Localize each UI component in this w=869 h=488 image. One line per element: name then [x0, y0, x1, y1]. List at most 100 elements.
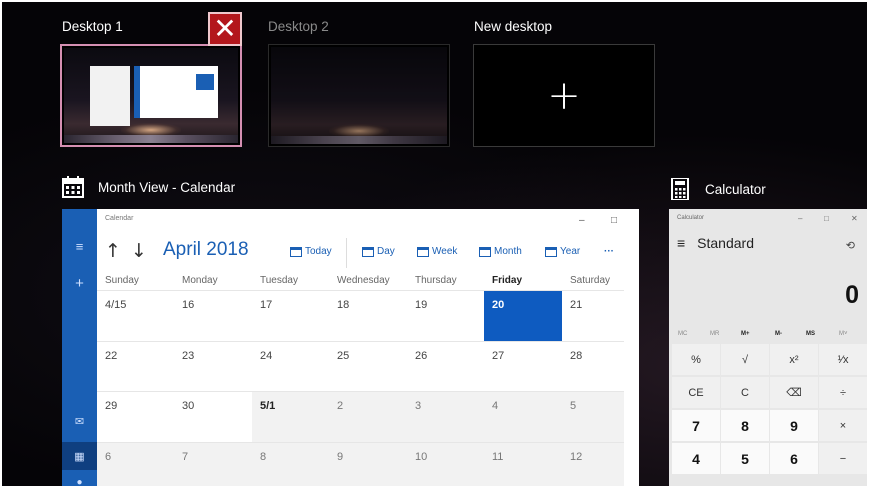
square-key[interactable]: x²: [770, 344, 818, 375]
day-cell[interactable]: 8: [252, 442, 330, 486]
calendar-app-name: Calendar: [105, 215, 134, 222]
day-cell[interactable]: 29: [97, 391, 175, 442]
calc-close-button[interactable]: ✕: [851, 214, 858, 223]
day-cell[interactable]: 3: [407, 391, 485, 442]
day-cell[interactable]: 16: [174, 290, 252, 341]
today-button[interactable]: Today: [290, 246, 332, 257]
calendar-window-title[interactable]: Month View - Calendar: [62, 176, 235, 198]
six-key[interactable]: 6: [770, 443, 818, 474]
calculator-window-preview[interactable]: Calculator – □ ✕ ≡ Standard ⟲ 0 MC MR M+ M-…: [669, 209, 867, 486]
four-key[interactable]: 4: [672, 443, 720, 474]
week-label: Week: [432, 246, 458, 257]
calc-maximize-button[interactable]: □: [824, 214, 829, 223]
new-desktop-label: New desktop: [474, 19, 553, 34]
calculator-window-title[interactable]: Calculator: [669, 177, 766, 201]
day-cell[interactable]: 11: [484, 442, 562, 486]
desktop-1-thumbnail[interactable]: [60, 44, 242, 147]
day-cell[interactable]: 19: [407, 290, 485, 341]
day-cell[interactable]: 9: [329, 442, 407, 486]
multiply-key[interactable]: ×: [819, 410, 867, 441]
memory-button[interactable]: M+: [741, 331, 750, 337]
desktop-2-thumbnail[interactable]: [268, 44, 450, 147]
sqrt-key[interactable]: √: [721, 344, 769, 375]
calendar-app-icon: [62, 176, 84, 198]
day-cell[interactable]: 12: [562, 442, 624, 486]
day-cell[interactable]: 7: [174, 442, 252, 486]
year-view-button[interactable]: Year: [545, 246, 580, 257]
day-cell[interactable]: 24: [252, 341, 330, 391]
day-cell[interactable]: 18: [329, 290, 407, 341]
day-cell[interactable]: 5/1: [252, 391, 330, 442]
maximize-button[interactable]: □: [611, 215, 617, 226]
divide-key[interactable]: ÷: [819, 377, 867, 408]
people-icon[interactable]: ●: [62, 477, 97, 486]
day-cell[interactable]: 20: [484, 290, 562, 341]
more-options-icon[interactable]: ···: [604, 246, 614, 257]
day-cell[interactable]: 4: [484, 391, 562, 442]
minus-key[interactable]: −: [819, 443, 867, 474]
day-cell[interactable]: 6: [97, 442, 175, 486]
seven-key[interactable]: 7: [672, 410, 720, 441]
day-cell[interactable]: 23: [174, 341, 252, 391]
day-cell[interactable]: 21: [562, 290, 624, 341]
mini-calendar-preview: [134, 66, 218, 118]
close-icon: ✕: [213, 13, 237, 44]
day-label: Day: [377, 246, 395, 257]
backspace-key[interactable]: ⌫: [770, 377, 818, 408]
day-cell[interactable]: 22: [97, 341, 175, 391]
month-view-button[interactable]: Month: [479, 246, 522, 257]
day-cell[interactable]: 25: [329, 341, 407, 391]
history-icon[interactable]: ⟲: [846, 239, 855, 252]
dow-saturday: Saturday: [570, 275, 611, 286]
dow-monday: Monday: [182, 275, 218, 286]
day-cell[interactable]: 30: [174, 391, 252, 442]
new-event-icon[interactable]: +: [62, 275, 97, 292]
percent-key[interactable]: %: [672, 344, 720, 375]
next-arrow-icon[interactable]: ↓: [131, 240, 147, 262]
desktop-2-label: Desktop 2: [268, 19, 329, 34]
day-cell[interactable]: 17: [252, 290, 330, 341]
calendar-window-preview[interactable]: ≡ + ✉ ▦ ● Calendar – □ ✕ ↑ ↓ April 2018 …: [62, 209, 639, 486]
clear-entry-key[interactable]: CE: [672, 377, 720, 408]
toolbar-separator: [346, 238, 347, 268]
five-key[interactable]: 5: [721, 443, 769, 474]
reciprocal-key[interactable]: ¹⁄x: [819, 344, 867, 375]
day-cell[interactable]: 27: [484, 341, 562, 391]
memory-button[interactable]: MC: [678, 331, 687, 337]
day-view-button[interactable]: Day: [362, 246, 395, 257]
previous-arrow-icon[interactable]: ↑: [105, 240, 121, 262]
mail-icon[interactable]: ✉: [62, 415, 97, 428]
day-icon: [362, 246, 374, 257]
day-cell[interactable]: 5: [562, 391, 624, 442]
minimize-button[interactable]: –: [579, 215, 585, 226]
wallpaper-ground: [271, 136, 447, 144]
month-view-label: Month: [494, 246, 522, 257]
day-cell[interactable]: 26: [407, 341, 485, 391]
day-cell[interactable]: 4/15: [97, 290, 175, 341]
calculator-app-icon: [669, 177, 691, 201]
nine-key[interactable]: 9: [770, 410, 818, 441]
calendar-sidebar: ≡ + ✉ ▦ ●: [62, 209, 97, 486]
new-desktop-button[interactable]: +: [473, 44, 655, 147]
calculator-mode[interactable]: ≡ Standard: [677, 235, 754, 251]
day-cell[interactable]: 28: [562, 341, 624, 391]
calendar-nav-icon[interactable]: ▦: [62, 442, 97, 470]
day-cell[interactable]: 2: [329, 391, 407, 442]
mini-calendar-sidebar: [134, 66, 140, 118]
hamburger-menu-icon[interactable]: ≡: [677, 235, 685, 251]
week-view-button[interactable]: Week: [417, 246, 457, 257]
memory-button[interactable]: MS: [806, 331, 815, 337]
memory-button[interactable]: M-: [775, 331, 782, 337]
calculator-display: 0: [845, 281, 859, 309]
clear-key[interactable]: C: [721, 377, 769, 408]
dow-friday: Friday: [492, 275, 523, 286]
desktop-2-wallpaper: [271, 47, 447, 144]
day-cell[interactable]: 10: [407, 442, 485, 486]
memory-button[interactable]: MR: [710, 331, 719, 337]
close-desktop-button[interactable]: ✕: [208, 12, 242, 46]
task-view: Desktop 1 Desktop 2 New desktop ✕ + Mont…: [2, 2, 867, 486]
calc-minimize-button[interactable]: –: [798, 214, 802, 223]
hamburger-menu-icon[interactable]: ≡: [62, 239, 97, 254]
eight-key[interactable]: 8: [721, 410, 769, 441]
memory-button[interactable]: M˅: [839, 331, 848, 337]
